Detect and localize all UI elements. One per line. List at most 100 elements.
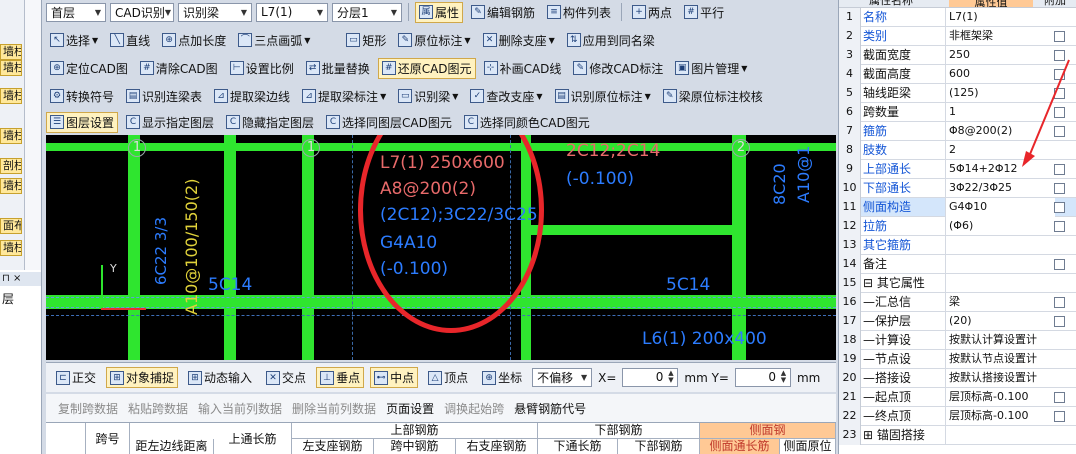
attribute-button[interactable]: 属属性 [415, 1, 464, 23]
attach-checkbox[interactable] [1054, 259, 1065, 270]
property-value[interactable]: 非框架梁 [945, 27, 1055, 46]
component-list-button[interactable]: ≡ 构件列表 [543, 2, 615, 23]
left-button-8[interactable]: 墙柱 [0, 240, 22, 256]
locate-cad-button[interactable]: ⊕ 定位CAD图 [46, 58, 132, 79]
convert-symbol-button[interactable]: ⚙ 转换符号 [46, 86, 118, 107]
mode-select[interactable]: CAD识别 ▼ [110, 2, 174, 22]
perpendicular-toggle[interactable]: ⊥ 垂点 [316, 367, 365, 388]
property-value[interactable]: 按默认搭接设置计 [945, 369, 1055, 388]
layer-select[interactable]: 分层1 ▼ [332, 2, 402, 22]
attach-checkbox[interactable] [1054, 316, 1065, 327]
property-value[interactable]: G4Φ10 [945, 198, 1055, 217]
left-button-5[interactable]: 剖柱截 [0, 158, 22, 174]
property-value[interactable]: L7(1) [945, 8, 1055, 27]
offset-select[interactable]: 不偏移 ▼ [532, 368, 593, 387]
spinner-icon[interactable]: ▲ ▼ [778, 370, 789, 385]
property-row[interactable]: 20 —搭接设 按默认搭接设置计 [839, 369, 1076, 388]
property-row[interactable]: 19 —节点设 按默认节点设置计 [839, 350, 1076, 369]
rectangle-button[interactable]: ▭ 矩形 [342, 30, 390, 51]
left-button-7[interactable]: 面布 [0, 218, 22, 234]
pin-close-icon[interactable]: ⊓ × [2, 273, 21, 284]
cad-canvas[interactable]: 1 1 2 6C22 3/3 A10@100/150(2) 5C14 5C14 … [46, 135, 836, 360]
property-row[interactable]: 23 ⊞ 锚固搭接 [839, 426, 1076, 445]
clear-cad-button[interactable]: # 清除CAD图 [136, 58, 222, 79]
object-snap-toggle[interactable]: ⊞ 对象捕捉 [106, 367, 179, 388]
attach-checkbox[interactable] [1054, 297, 1065, 308]
attach-checkbox[interactable] [1054, 31, 1065, 42]
property-row[interactable]: 2 类别 非框架梁 [839, 27, 1076, 46]
attach-checkbox[interactable] [1054, 221, 1065, 232]
copy-span-data-button[interactable]: 复制跨数据 [58, 400, 118, 417]
left-button-1[interactable]: 墙柱 [0, 44, 22, 60]
property-row[interactable]: 16 —汇总信 梁 [839, 293, 1076, 312]
two-points-button[interactable]: + 两点 [628, 2, 676, 23]
beam-select[interactable]: L7(1) ▼ [256, 2, 328, 22]
modify-cad-label-button[interactable]: ✎ 修改CAD标注 [569, 58, 667, 79]
parallel-button[interactable]: # 平行 [680, 2, 728, 23]
left-button-3[interactable]: 墙柱截 [0, 88, 22, 104]
property-row[interactable]: 1 名称 L7(1) [839, 8, 1076, 27]
delete-column-data-button[interactable]: 删除当前列数据 [292, 400, 376, 417]
property-value[interactable] [945, 255, 1055, 274]
property-row[interactable]: 10 下部通长 3Φ22/3Φ25 [839, 179, 1076, 198]
apply-same-name-button[interactable]: ⇅ 应用到同名梁 [563, 30, 659, 51]
extract-beam-edge-button[interactable]: ⊿ 提取梁边线 [210, 86, 294, 107]
delete-support-button[interactable]: ✕ 删除支座 ▼ [479, 30, 559, 51]
extract-beam-label-button[interactable]: ⊿ 提取梁标注 ▼ [298, 86, 390, 107]
property-value[interactable] [945, 274, 1055, 293]
midpoint-toggle[interactable]: ⊷ 中点 [370, 367, 419, 388]
property-value[interactable] [945, 426, 1055, 445]
set-scale-button[interactable]: ⊢ 设置比例 [226, 58, 298, 79]
paste-span-data-button[interactable]: 粘贴跨数据 [128, 400, 188, 417]
restore-cad-button[interactable]: # 还原CAD图元 [377, 57, 476, 79]
attach-checkbox[interactable] [1054, 411, 1065, 422]
property-value[interactable]: 梁 [945, 293, 1055, 312]
original-label-button[interactable]: ✎ 原位标注 ▼ [394, 30, 474, 51]
hide-layer-button[interactable]: C 隐藏指定图层 [222, 112, 318, 133]
spinner-icon[interactable]: ▲ ▼ [665, 370, 676, 385]
attach-checkbox[interactable] [1054, 202, 1065, 213]
property-row[interactable]: 15 ⊟ 其它属性 [839, 274, 1076, 293]
left-button-4[interactable]: 墙柱截 [0, 128, 22, 144]
image-manage-button[interactable]: ▣ 图片管理 ▼ [671, 58, 751, 79]
vertex-toggle[interactable]: △ 顶点 [424, 367, 472, 388]
select-button[interactable]: ↖ 选择 ▼ [46, 30, 102, 51]
left-button-6[interactable]: 墙柱 [0, 178, 22, 194]
property-value[interactable]: 按默认计算设置计 [945, 331, 1055, 350]
select-same-color-button[interactable]: C 选择同颜色CAD图元 [460, 112, 594, 133]
attach-checkbox[interactable] [1054, 183, 1065, 194]
attach-checkbox[interactable] [1054, 392, 1065, 403]
input-column-data-button[interactable]: 输入当前列数据 [198, 400, 282, 417]
recognize-link-beam-table-button[interactable]: ▤ 识别连梁表 [122, 86, 206, 107]
intersection-toggle[interactable]: ✕ 交点 [262, 367, 310, 388]
property-value[interactable]: 3Φ22/3Φ25 [945, 179, 1055, 198]
coordinate-toggle[interactable]: ⊕ 坐标 [478, 367, 526, 388]
property-value[interactable]: (20) [945, 312, 1055, 331]
x-input[interactable]: 0 ▲ ▼ [622, 368, 679, 387]
property-value[interactable]: 按默认节点设置计 [945, 350, 1055, 369]
show-layer-button[interactable]: C 显示指定图层 [122, 112, 218, 133]
property-row[interactable]: 22 —终点顶 层顶标高-0.100 [839, 407, 1076, 426]
batch-replace-button[interactable]: ⇄ 批量替换 [302, 58, 374, 79]
property-row[interactable]: 14 备注 [839, 255, 1076, 274]
floor-select[interactable]: 首层 ▼ [46, 2, 106, 22]
layer-settings-button[interactable]: ☰ 图层设置 [46, 111, 119, 133]
recognize-original-label-button[interactable]: ▤ 识别原位标注 ▼ [551, 86, 655, 107]
three-point-arc-button[interactable]: ⌒ 三点画弧 ▼ [234, 30, 314, 51]
property-row[interactable]: 11 侧面构造 G4Φ10 [839, 198, 1076, 217]
dynamic-input-toggle[interactable]: ⊞ 动态输入 [184, 367, 256, 388]
page-setup-button[interactable]: 页面设置 [386, 400, 434, 417]
property-row[interactable]: 17 —保护层 (20) [839, 312, 1076, 331]
property-value[interactable]: (Φ6) [945, 217, 1055, 236]
property-value[interactable]: 层顶标高-0.100 [945, 407, 1055, 426]
line-button[interactable]: ╲ 直线 [106, 30, 154, 51]
property-value[interactable]: 层顶标高-0.100 [945, 388, 1055, 407]
select-same-layer-button[interactable]: C 选择同图层CAD图元 [322, 112, 456, 133]
element-select[interactable]: 识别梁 ▼ [178, 2, 252, 22]
redraw-cad-button[interactable]: ⊹ 补画CAD线 [480, 58, 566, 79]
swap-start-span-button[interactable]: 调换起始跨 [444, 400, 504, 417]
cantilever-code-button[interactable]: 悬臂钢筋代号 [514, 400, 586, 417]
check-support-button[interactable]: ✓ 查改支座 ▼ [466, 86, 546, 107]
left-scroll-track[interactable] [24, 0, 41, 270]
property-row[interactable]: 21 —起点顶 层顶标高-0.100 [839, 388, 1076, 407]
